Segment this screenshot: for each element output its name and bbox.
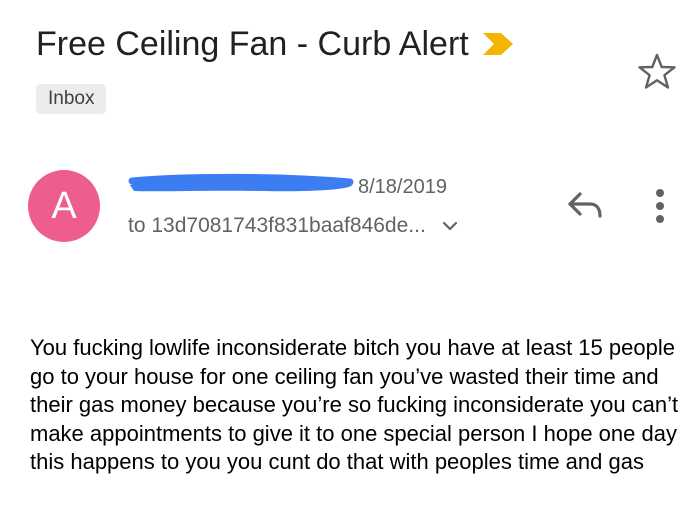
subject-row: Free Ceiling Fan - Curb Alert — [36, 22, 513, 66]
sender-avatar[interactable]: A — [28, 170, 100, 242]
star-outline-icon[interactable] — [637, 52, 677, 90]
importance-marker-icon[interactable] — [482, 33, 513, 55]
recipients-row[interactable]: to 13d7081743f831baaf846de... — [128, 212, 460, 240]
email-subject: Free Ceiling Fan - Curb Alert — [36, 25, 469, 63]
more-vert-icon[interactable] — [646, 186, 674, 226]
email-body: You fucking lowlife inconsiderate bitch … — [30, 335, 679, 474]
sender-name-redaction — [128, 173, 354, 192]
email-date: 8/18/2019 — [358, 176, 447, 198]
recipients-text[interactable]: to 13d7081743f831baaf846de... — [128, 212, 426, 240]
chevron-down-icon[interactable] — [440, 216, 460, 236]
inbox-label-chip[interactable]: Inbox — [36, 84, 107, 114]
reply-icon[interactable] — [564, 186, 606, 224]
